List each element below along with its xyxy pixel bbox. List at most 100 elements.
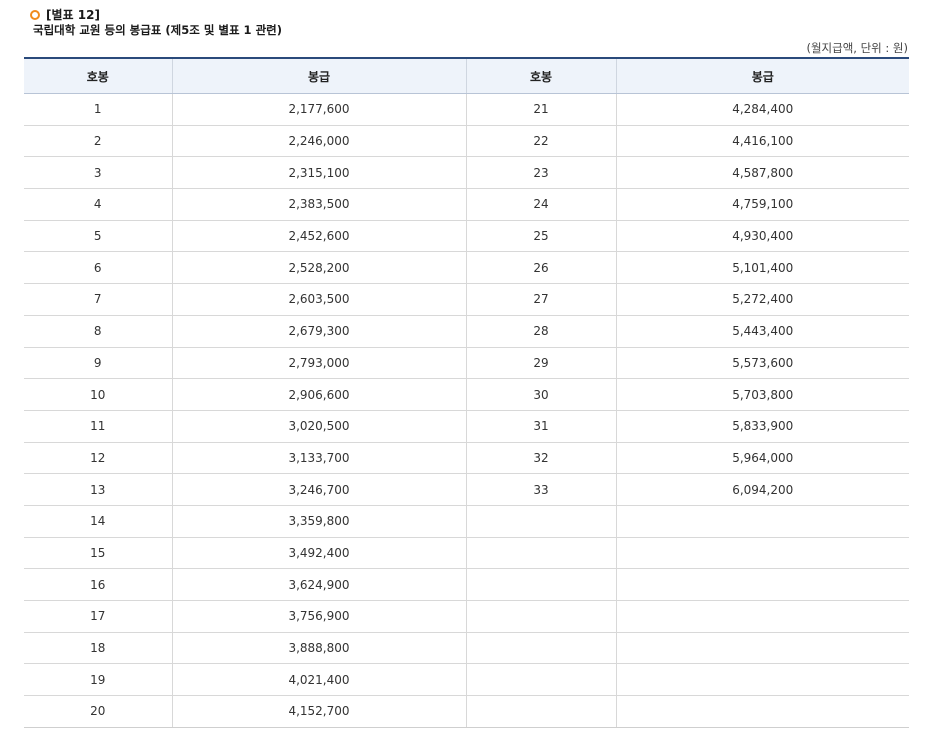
step-cell: 13 <box>24 473 172 506</box>
step-cell: 11 <box>24 410 172 443</box>
salary-cell: 4,284,400 <box>615 93 909 126</box>
salary-cell: 3,359,800 <box>171 505 466 538</box>
unit-note: (월지급액, 단위 : 원) <box>806 41 908 55</box>
step-cell: 7 <box>24 283 172 316</box>
step-cell: 10 <box>24 378 172 411</box>
salary-cell: 2,383,500 <box>171 188 466 221</box>
step-cell: 9 <box>24 347 172 380</box>
step-cell: 26 <box>465 251 616 285</box>
table-row: 1 2,177,600 21 4,284,400 <box>24 93 909 126</box>
salary-table-page: [별표 12] 국립대학 교원 등의 봉급표 (제5조 및 별표 1 관련) (… <box>0 0 928 734</box>
table-row: 15 3,492,400 <box>24 537 909 570</box>
header-salary-2: 봉급 <box>615 57 909 94</box>
step-cell: 30 <box>465 378 616 411</box>
table-row: 14 3,359,800 <box>24 505 909 538</box>
salary-table: 호봉 봉급 호봉 봉급 1 2,177,600 21 4,284,400 2 2,246,… <box>24 57 909 728</box>
step-cell: 5 <box>24 220 172 253</box>
salary-cell: 5,443,400 <box>615 315 909 348</box>
salary-cell: 2,315,100 <box>171 156 466 190</box>
salary-cell: 4,416,100 <box>615 125 909 158</box>
step-cell: 6 <box>24 251 172 285</box>
step-cell: 21 <box>465 93 616 126</box>
step-cell: 29 <box>465 347 616 380</box>
salary-cell: 5,573,600 <box>615 347 909 380</box>
table-row: 20 4,152,700 <box>24 695 909 728</box>
table-header-row: 호봉 봉급 호봉 봉급 <box>24 57 909 94</box>
table-row: 3 2,315,100 23 4,587,800 <box>24 156 909 190</box>
step-cell: 28 <box>465 315 616 348</box>
step-cell: 1 <box>24 93 172 126</box>
table-row: 18 3,888,800 <box>24 632 909 665</box>
header-step-2: 호봉 <box>465 57 616 94</box>
salary-cell: 5,833,900 <box>615 410 909 443</box>
step-cell: 8 <box>24 315 172 348</box>
table-row: 2 2,246,000 22 4,416,100 <box>24 125 909 158</box>
table-row: 8 2,679,300 28 5,443,400 <box>24 315 909 348</box>
salary-cell: 5,101,400 <box>615 251 909 285</box>
salary-cell: 3,888,800 <box>171 632 466 665</box>
step-cell: 15 <box>24 537 172 570</box>
table-row: 7 2,603,500 27 5,272,400 <box>24 283 909 316</box>
salary-cell: 3,020,500 <box>171 410 466 443</box>
step-cell: 4 <box>24 188 172 221</box>
salary-cell: 5,703,800 <box>615 378 909 411</box>
step-cell <box>465 568 616 601</box>
header-salary-1: 봉급 <box>171 57 466 94</box>
table-row: 19 4,021,400 <box>24 663 909 697</box>
table-title: 국립대학 교원 등의 봉급표 (제5조 및 별표 1 관련) <box>33 23 282 37</box>
salary-cell: 3,492,400 <box>171 537 466 570</box>
step-cell <box>465 537 616 570</box>
section-heading: [별표 12] <box>30 6 100 23</box>
table-row: 12 3,133,700 32 5,964,000 <box>24 442 909 475</box>
step-cell: 25 <box>465 220 616 253</box>
salary-cell: 2,906,600 <box>171 378 466 411</box>
step-cell: 14 <box>24 505 172 538</box>
step-cell: 12 <box>24 442 172 475</box>
step-cell: 32 <box>465 442 616 475</box>
salary-cell <box>615 663 909 697</box>
table-row: 17 3,756,900 <box>24 600 909 633</box>
table-row: 6 2,528,200 26 5,101,400 <box>24 251 909 285</box>
step-cell: 18 <box>24 632 172 665</box>
salary-cell: 3,133,700 <box>171 442 466 475</box>
salary-cell: 2,452,600 <box>171 220 466 253</box>
table-row: 13 3,246,700 33 6,094,200 <box>24 473 909 506</box>
salary-cell: 5,272,400 <box>615 283 909 316</box>
step-cell: 19 <box>24 663 172 697</box>
salary-cell: 6,094,200 <box>615 473 909 506</box>
table-row: 11 3,020,500 31 5,833,900 <box>24 410 909 443</box>
salary-cell: 2,528,200 <box>171 251 466 285</box>
step-cell: 2 <box>24 125 172 158</box>
salary-cell: 3,756,900 <box>171 600 466 633</box>
step-cell: 23 <box>465 156 616 190</box>
salary-cell: 5,964,000 <box>615 442 909 475</box>
salary-cell: 4,759,100 <box>615 188 909 221</box>
header-step-1: 호봉 <box>24 57 172 94</box>
step-cell: 20 <box>24 695 172 728</box>
step-cell: 17 <box>24 600 172 633</box>
step-cell: 24 <box>465 188 616 221</box>
salary-cell <box>615 600 909 633</box>
step-cell <box>465 632 616 665</box>
salary-cell: 3,246,700 <box>171 473 466 506</box>
salary-cell <box>615 537 909 570</box>
salary-cell <box>615 505 909 538</box>
salary-cell: 2,793,000 <box>171 347 466 380</box>
step-cell <box>465 505 616 538</box>
salary-cell: 3,624,900 <box>171 568 466 601</box>
step-cell: 31 <box>465 410 616 443</box>
table-row: 16 3,624,900 <box>24 568 909 601</box>
table-row: 5 2,452,600 25 4,930,400 <box>24 220 909 253</box>
step-cell <box>465 663 616 697</box>
salary-cell <box>615 632 909 665</box>
salary-cell: 2,246,000 <box>171 125 466 158</box>
step-cell <box>465 695 616 728</box>
step-cell: 27 <box>465 283 616 316</box>
step-cell: 33 <box>465 473 616 506</box>
appendix-label: [별표 12] <box>46 8 100 22</box>
step-cell: 3 <box>24 156 172 190</box>
step-cell <box>465 600 616 633</box>
table-row: 10 2,906,600 30 5,703,800 <box>24 378 909 411</box>
circle-bullet-icon <box>30 9 40 20</box>
salary-cell <box>615 568 909 601</box>
